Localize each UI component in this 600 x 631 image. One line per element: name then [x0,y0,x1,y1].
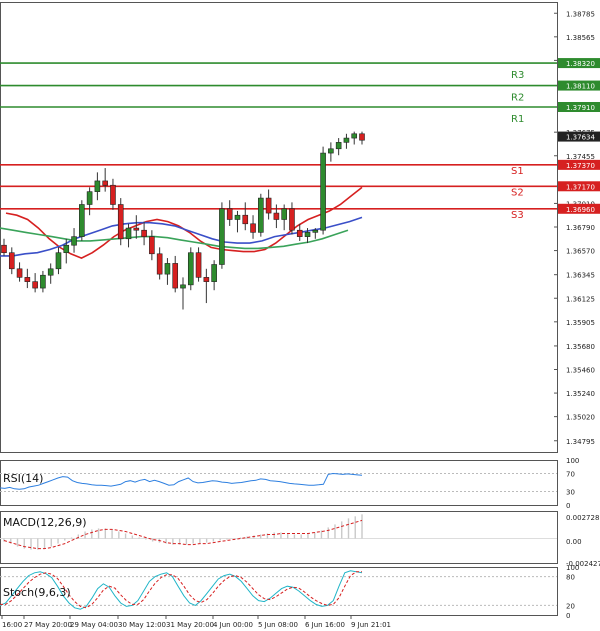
candle-body [304,232,311,237]
macd-title: MACD(12,26,9) [3,516,87,529]
candle-body [211,264,217,282]
candle-body [226,208,233,220]
time-axis-label: 30 May 12:00 [118,621,166,629]
time-axis-label: 4 Jun 00:00 [213,621,253,629]
stoch-axis-label: 80 [566,574,575,582]
candle-body [94,180,101,192]
price-axis-label: 1.36125 [566,295,595,303]
level-price-label: 1.37910 [566,104,595,112]
price-axis-label: 1.37455 [566,153,595,161]
chart-canvas: 1.387851.385651.383451.376751.374551.370… [0,2,600,629]
time-axis-label: 16:00 [2,621,22,629]
candle-body [351,133,358,139]
current-price-label: 1.37634 [566,134,595,142]
stoch-axis-label: 100 [566,564,579,572]
price-axis-label: 1.35020 [566,414,595,422]
candle-body [359,133,365,141]
level-name-r2: R2 [511,93,524,104]
rsi-panel [0,460,558,506]
price-axis-label: 1.35460 [566,367,595,375]
level-name-s1: S1 [511,166,524,177]
candle-body [296,229,303,237]
candle-body [125,227,132,240]
candle-body [203,277,210,282]
candle-body [195,252,202,278]
macd-axis-label: 0.00 [566,538,582,546]
stoch-axis-label: 0 [566,612,570,620]
price-axis-label: 1.36790 [566,224,595,232]
rsi-title: RSI(14) [3,472,43,485]
candle-body [1,244,7,254]
candle-body [141,229,147,237]
macd-axis-label: 0.002728 [566,514,599,522]
price-axis-label: 1.34795 [566,438,595,446]
time-axis-label: 31 May 20:00 [166,621,214,629]
candle-body [242,214,249,225]
rsi-axis-label: 0 [566,502,570,510]
candle-body [250,223,256,233]
candle-body [343,137,350,143]
stoch-title: Stoch(9,6,3) [3,586,71,599]
time-axis-label: 27 May 20:00 [24,621,72,629]
time-axis-label: 6 Jun 16:00 [305,621,345,629]
candle-body [328,148,334,154]
level-price-label: 1.37370 [566,162,595,170]
candle-body [273,212,280,220]
candle-body [335,142,342,150]
candle-body [117,204,124,240]
time-axis-label: 29 May 04:00 [70,621,118,629]
candle-body [16,268,23,278]
time-axis-label: 9 Jun 21:01 [351,621,391,629]
level-price-label: 1.37170 [566,183,595,191]
stoch-panel [0,567,558,616]
candle-body [32,281,38,289]
candle-body [219,208,225,265]
rsi-axis-label: 100 [566,457,579,465]
candle-body [172,263,179,289]
candle-body [164,263,171,275]
candle-body [149,236,155,255]
forex-chart-window: 1.387851.385651.383451.376751.374551.370… [0,0,600,631]
candle-body [63,244,70,254]
candle-body [110,184,116,205]
candle-body [187,252,194,286]
candle-body [86,191,93,205]
candle-body [156,253,163,275]
price-axis-label: 1.38565 [566,34,595,42]
level-name-r3: R3 [511,70,524,81]
price-axis-label: 1.35680 [566,343,595,351]
candle-body [234,214,241,220]
candle-body [79,204,85,237]
level-price-label: 1.38320 [566,60,595,68]
level-name-s3: S3 [511,210,524,221]
candle-body [102,180,108,186]
level-name-r1: R1 [511,114,524,125]
level-price-label: 1.36960 [566,206,595,214]
candle-body [312,229,319,233]
candle-body [265,197,272,214]
level-name-s2: S2 [511,187,524,198]
price-axis-label: 1.36570 [566,248,595,256]
candle-body [47,268,54,276]
level-price-label: 1.38110 [566,83,595,91]
price-axis-label: 1.38785 [566,10,595,18]
price-axis-label: 1.35905 [566,319,595,327]
candle-body [55,252,62,270]
candle-body [8,252,15,270]
candle-body [281,208,287,220]
time-axis-label: 5 Jun 08:00 [258,621,298,629]
price-axis-label: 1.36345 [566,272,595,280]
candle-body [71,236,77,246]
candle-body [40,274,46,289]
candle-body [180,284,186,289]
candle-body [258,197,264,233]
rsi-axis-label: 30 [566,489,575,497]
candle-body [133,227,140,231]
candle-body [24,277,31,282]
candle-body [289,208,295,231]
stoch-axis-label: 20 [566,602,575,610]
candle-body [320,152,326,231]
rsi-axis-label: 70 [566,471,575,479]
price-axis-label: 1.35240 [566,390,595,398]
